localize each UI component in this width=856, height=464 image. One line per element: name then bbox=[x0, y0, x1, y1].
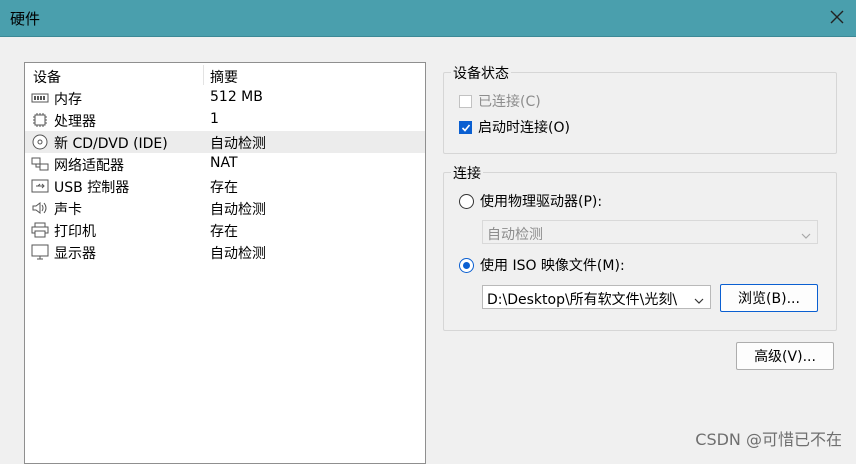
connect-on-start-checkbox-box[interactable] bbox=[459, 120, 472, 134]
sound-icon bbox=[31, 200, 49, 216]
iso-image-radio-button[interactable] bbox=[459, 257, 474, 273]
connected-checkbox[interactable]: 已连接(C) bbox=[459, 91, 541, 111]
connect-on-start-label: 启动时连接(O) bbox=[478, 120, 570, 136]
device-summary: 自动检测 bbox=[210, 246, 266, 262]
physical-drive-label: 使用物理驱动器(P): bbox=[480, 194, 603, 210]
chevron-down-icon[interactable] bbox=[694, 293, 704, 309]
usb-icon bbox=[31, 178, 49, 194]
device-summary: 512 MB bbox=[210, 89, 263, 105]
physical-drive-radio[interactable]: 使用物理驱动器(P): bbox=[459, 191, 602, 211]
device-summary: 自动检测 bbox=[210, 136, 266, 152]
device-summary: 存在 bbox=[210, 180, 238, 196]
device-name: 打印机 bbox=[54, 224, 96, 240]
printer-icon bbox=[31, 222, 49, 238]
device-name: 显示器 bbox=[54, 246, 96, 262]
watermark: CSDN @可惜已不在 bbox=[695, 430, 842, 449]
column-divider[interactable] bbox=[203, 65, 204, 85]
chevron-down-icon bbox=[801, 228, 811, 244]
connected-checkbox-box[interactable] bbox=[459, 94, 472, 108]
iso-image-radio[interactable]: 使用 ISO 映像文件(M): bbox=[459, 255, 625, 275]
device-row-network[interactable]: 网络适配器 NAT bbox=[25, 153, 425, 175]
connected-label: 已连接(C) bbox=[478, 94, 541, 110]
advanced-button[interactable]: 高级(V)... bbox=[736, 342, 834, 370]
iso-path-value: D:\Desktop\所有软文件\光刻\ bbox=[487, 292, 678, 308]
device-summary: 1 bbox=[210, 111, 219, 127]
device-summary: 存在 bbox=[210, 224, 238, 240]
network-adapter-icon bbox=[31, 156, 49, 172]
device-name: 处理器 bbox=[54, 114, 96, 130]
physical-drive-select[interactable]: 自动检测 bbox=[482, 220, 818, 244]
device-row-printer[interactable]: 打印机 存在 bbox=[25, 219, 425, 241]
physical-drive-value: 自动检测 bbox=[487, 227, 543, 243]
device-status-title: 设备状态 bbox=[451, 63, 511, 83]
device-row-memory[interactable]: 内存 512 MB bbox=[25, 87, 425, 109]
list-header: 设备 摘要 bbox=[25, 63, 425, 87]
device-name: 新 CD/DVD (IDE) bbox=[54, 136, 168, 152]
device-row-display[interactable]: 显示器 自动检测 bbox=[25, 241, 425, 263]
display-icon bbox=[31, 244, 49, 260]
device-row-cd-dvd[interactable]: 新 CD/DVD (IDE) 自动检测 bbox=[25, 131, 425, 153]
device-name: 网络适配器 bbox=[54, 158, 124, 174]
device-name: USB 控制器 bbox=[54, 180, 130, 196]
title-bar: 硬件 bbox=[0, 0, 856, 37]
iso-path-combobox[interactable]: D:\Desktop\所有软文件\光刻\ bbox=[482, 285, 711, 309]
column-header-device[interactable]: 设备 bbox=[33, 67, 61, 87]
memory-icon bbox=[31, 90, 49, 106]
device-name: 内存 bbox=[54, 92, 82, 108]
device-list: 设备 摘要 内存 512 MB 处理器 1 新 CD/DVD (IDE) 自动检… bbox=[24, 62, 426, 464]
browse-button[interactable]: 浏览(B)... bbox=[720, 284, 818, 312]
close-icon[interactable] bbox=[828, 8, 846, 26]
device-summary: 自动检测 bbox=[210, 202, 266, 218]
connect-on-start-checkbox[interactable]: 启动时连接(O) bbox=[459, 117, 570, 137]
physical-drive-radio-button[interactable] bbox=[459, 193, 474, 209]
device-status-group bbox=[443, 72, 837, 154]
connection-title: 连接 bbox=[451, 163, 483, 183]
window-title: 硬件 bbox=[10, 10, 41, 28]
device-summary: NAT bbox=[210, 155, 238, 171]
cd-dvd-icon bbox=[31, 134, 49, 150]
column-header-summary[interactable]: 摘要 bbox=[210, 67, 238, 87]
device-name: 声卡 bbox=[54, 202, 82, 218]
device-row-processor[interactable]: 处理器 1 bbox=[25, 109, 425, 131]
iso-image-label: 使用 ISO 映像文件(M): bbox=[480, 258, 625, 274]
device-row-usb[interactable]: USB 控制器 存在 bbox=[25, 175, 425, 197]
device-row-sound[interactable]: 声卡 自动检测 bbox=[25, 197, 425, 219]
processor-icon bbox=[31, 112, 49, 128]
